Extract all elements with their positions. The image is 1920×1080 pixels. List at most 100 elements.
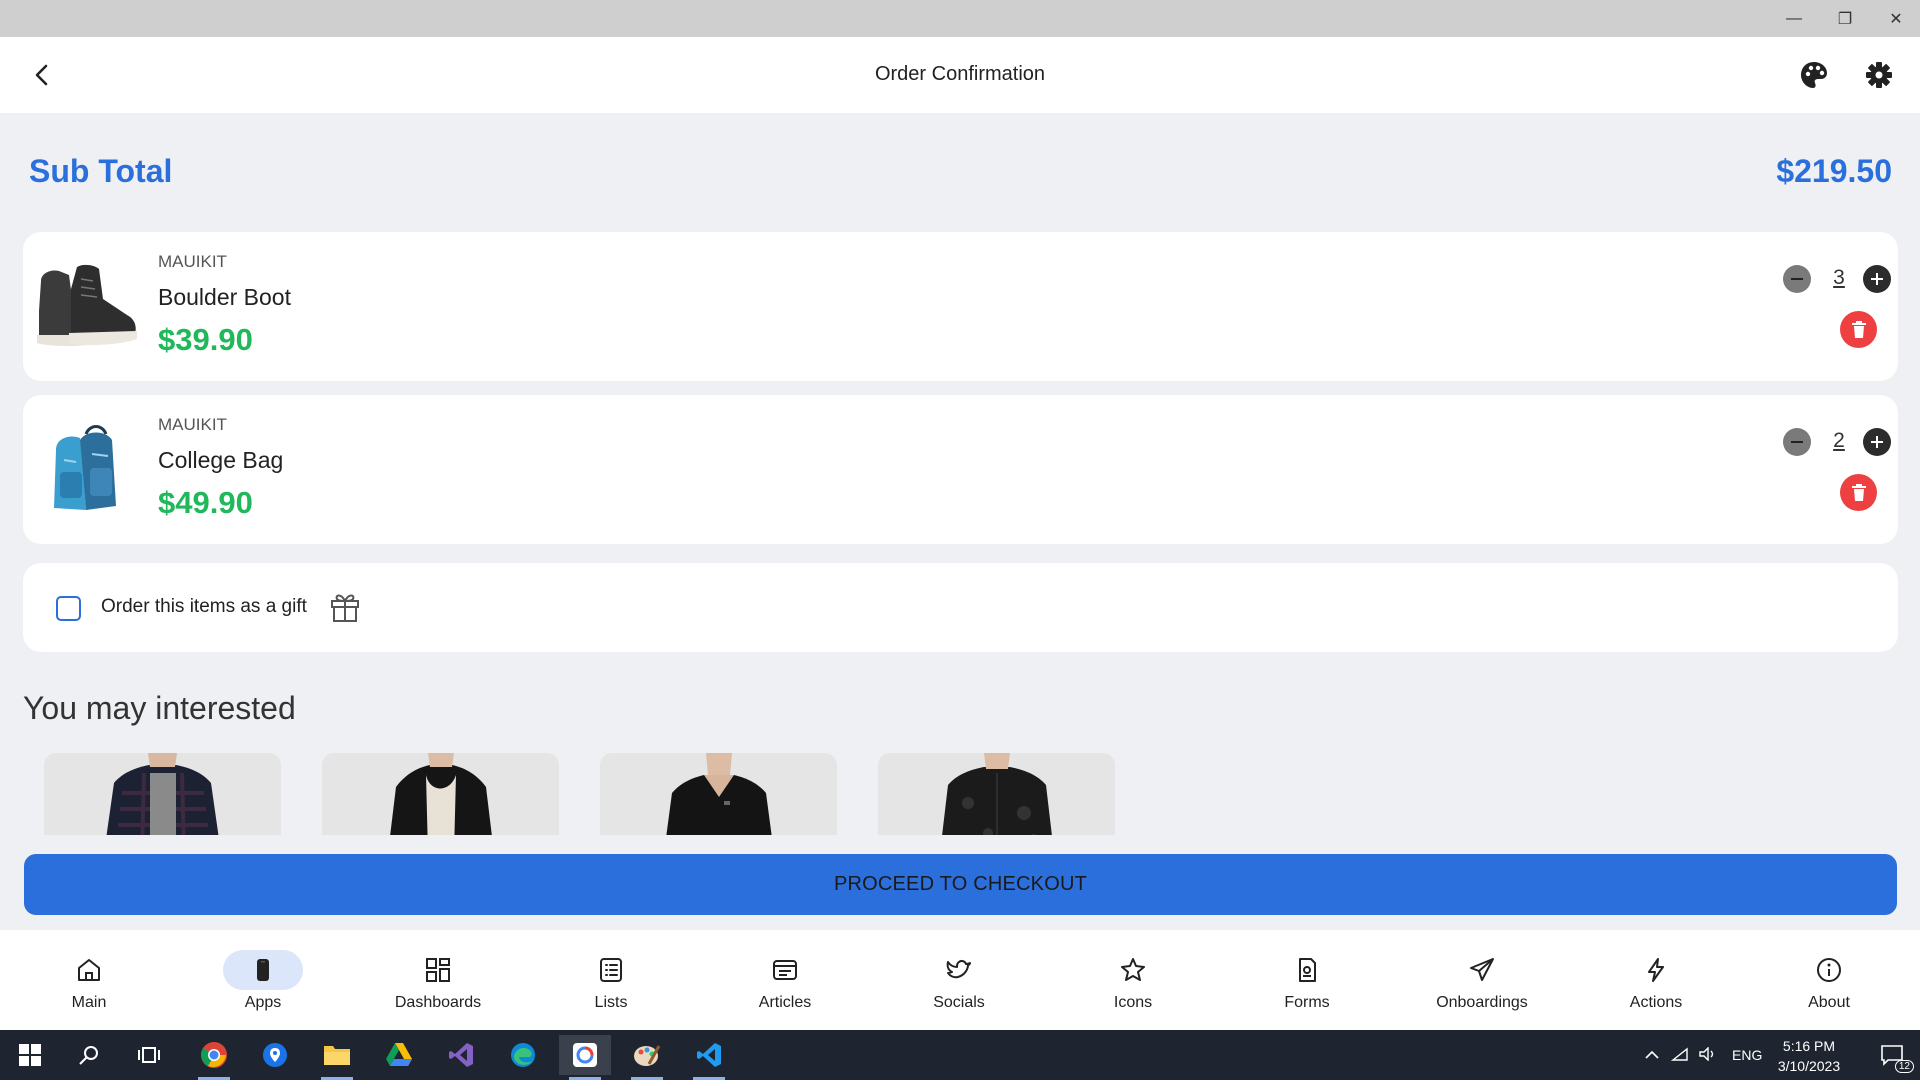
maps-taskbar-button[interactable] xyxy=(249,1035,301,1075)
taskbar-clock[interactable]: 5:16 PM 3/10/2023 xyxy=(1764,1036,1854,1076)
nav-label: Actions xyxy=(1629,994,1683,1011)
wifi-icon[interactable] xyxy=(1666,1047,1694,1064)
chevron-up-icon[interactable] xyxy=(1638,1047,1666,1063)
decrease-quantity-button[interactable] xyxy=(1783,265,1811,293)
settings-button[interactable] xyxy=(1861,57,1897,93)
clock-date: 3/10/2023 xyxy=(1777,1058,1841,1074)
nav-label: Dashboards xyxy=(394,994,482,1011)
quantity-value[interactable]: 3 xyxy=(1823,266,1855,290)
page-title: Order Confirmation xyxy=(874,63,1046,85)
notification-count-badge: 12 xyxy=(1894,1060,1914,1073)
flannel-shirt-image[interactable] xyxy=(44,753,281,835)
language-indicator[interactable]: ENG xyxy=(1732,1047,1762,1063)
twitter-icon xyxy=(946,959,971,979)
nav-label: About xyxy=(1808,994,1850,1011)
app-taskbar-button[interactable] xyxy=(559,1035,611,1080)
nav-label: Main xyxy=(71,994,107,1011)
gift-checkbox[interactable] xyxy=(56,596,81,621)
order-content[interactable]: Sub Total $219.50 MAUIKIT Boulder Boot $… xyxy=(0,113,1920,835)
gift-icon xyxy=(331,594,359,622)
delete-item-button[interactable] xyxy=(1840,474,1877,511)
gift-option-card: Order this items as a gift xyxy=(23,563,1898,652)
phone-icon xyxy=(257,959,269,981)
section-title: You may interested xyxy=(23,690,296,726)
google-drive-icon xyxy=(386,1043,412,1066)
plus-icon xyxy=(1871,273,1883,285)
cart-item: MAUIKIT Boulder Boot $39.90 3 xyxy=(23,232,1898,381)
paint-icon xyxy=(634,1045,661,1066)
file-explorer-taskbar-button[interactable] xyxy=(311,1035,363,1080)
close-window-button[interactable]: ✕ xyxy=(1866,0,1920,37)
chrome-icon xyxy=(201,1042,227,1068)
edge-taskbar-button[interactable] xyxy=(497,1035,549,1075)
nav-item-forms[interactable]: Forms xyxy=(1227,930,1387,1030)
form-icon xyxy=(1299,958,1316,982)
search-icon xyxy=(79,1046,98,1065)
nav-label: Articles xyxy=(758,994,812,1011)
window-titlebar: — ❐ ✕ xyxy=(0,0,1920,37)
black-sweater-image[interactable] xyxy=(600,753,837,835)
clock-time: 5:16 PM xyxy=(1782,1038,1836,1054)
plus-icon xyxy=(1871,436,1883,448)
nav-label: Forms xyxy=(1284,994,1330,1011)
item-price: $49.90 xyxy=(158,485,253,520)
vscode-taskbar-button[interactable] xyxy=(683,1035,735,1080)
nav-item-icons[interactable]: Icons xyxy=(1053,930,1213,1030)
proceed-to-checkout-button[interactable]: PROCEED TO CHECKOUT xyxy=(24,854,1897,915)
nav-item-socials[interactable]: Socials xyxy=(879,930,1039,1030)
visual-studio-icon xyxy=(449,1043,473,1067)
list-icon xyxy=(600,958,622,982)
home-icon xyxy=(78,959,100,981)
backpack-image[interactable] xyxy=(31,417,141,523)
nav-label: Socials xyxy=(933,994,985,1011)
system-tray: ENG xyxy=(1638,1030,1762,1080)
dashboard-icon xyxy=(426,958,450,982)
nav-item-lists[interactable]: Lists xyxy=(531,930,691,1030)
windows-taskbar: ENG 5:16 PM 3/10/2023 12 xyxy=(0,1030,1920,1080)
paint-taskbar-button[interactable] xyxy=(621,1035,673,1080)
item-brand: MAUIKIT xyxy=(158,252,227,271)
task-view-icon xyxy=(138,1047,160,1063)
vscode-icon xyxy=(697,1043,721,1067)
palette-icon xyxy=(1801,62,1827,88)
increase-quantity-button[interactable] xyxy=(1863,428,1891,456)
patterned-shirt-image[interactable] xyxy=(878,753,1115,835)
delete-item-button[interactable] xyxy=(1840,311,1877,348)
nav-item-actions[interactable]: Actions xyxy=(1576,930,1736,1030)
volume-icon[interactable] xyxy=(1694,1045,1722,1064)
search-button[interactable] xyxy=(63,1035,115,1075)
nav-item-main[interactable]: Main xyxy=(9,930,169,1030)
edge-icon xyxy=(511,1043,535,1067)
theme-button[interactable] xyxy=(1796,57,1832,93)
article-icon xyxy=(773,960,797,980)
visual-studio-taskbar-button[interactable] xyxy=(435,1035,487,1075)
nav-item-about[interactable]: About xyxy=(1749,930,1909,1030)
item-name: Boulder Boot xyxy=(158,284,291,310)
google-drive-taskbar-button[interactable] xyxy=(373,1035,425,1075)
quantity-value[interactable]: 2 xyxy=(1823,429,1855,453)
minus-icon xyxy=(1791,278,1803,280)
nav-item-articles[interactable]: Articles xyxy=(705,930,865,1030)
task-view-button[interactable] xyxy=(123,1035,175,1075)
nav-item-dashboards[interactable]: Dashboards xyxy=(358,930,518,1030)
close-icon: ✕ xyxy=(1889,10,1903,28)
minimize-icon: — xyxy=(1786,9,1802,27)
trash-icon xyxy=(1851,483,1866,501)
boot-image[interactable] xyxy=(31,254,141,360)
increase-quantity-button[interactable] xyxy=(1863,265,1891,293)
paper-plane-icon xyxy=(1470,958,1494,981)
info-icon xyxy=(1817,958,1841,982)
gift-label: Order this items as a gift xyxy=(101,596,307,617)
notifications-button[interactable]: 12 xyxy=(1866,1035,1918,1075)
nav-label: Lists xyxy=(594,994,628,1011)
star-icon xyxy=(1121,958,1145,981)
chrome-taskbar-button[interactable] xyxy=(188,1035,240,1080)
lightning-icon xyxy=(1648,958,1664,982)
nav-item-apps[interactable]: Apps xyxy=(183,930,343,1030)
nav-item-onboardings[interactable]: Onboardings xyxy=(1402,930,1562,1030)
map-pin-icon xyxy=(263,1043,287,1067)
hooded-jacket-image[interactable] xyxy=(322,753,559,835)
decrease-quantity-button[interactable] xyxy=(1783,428,1811,456)
start-button[interactable] xyxy=(4,1035,56,1075)
nav-label: Onboardings xyxy=(1436,994,1528,1011)
